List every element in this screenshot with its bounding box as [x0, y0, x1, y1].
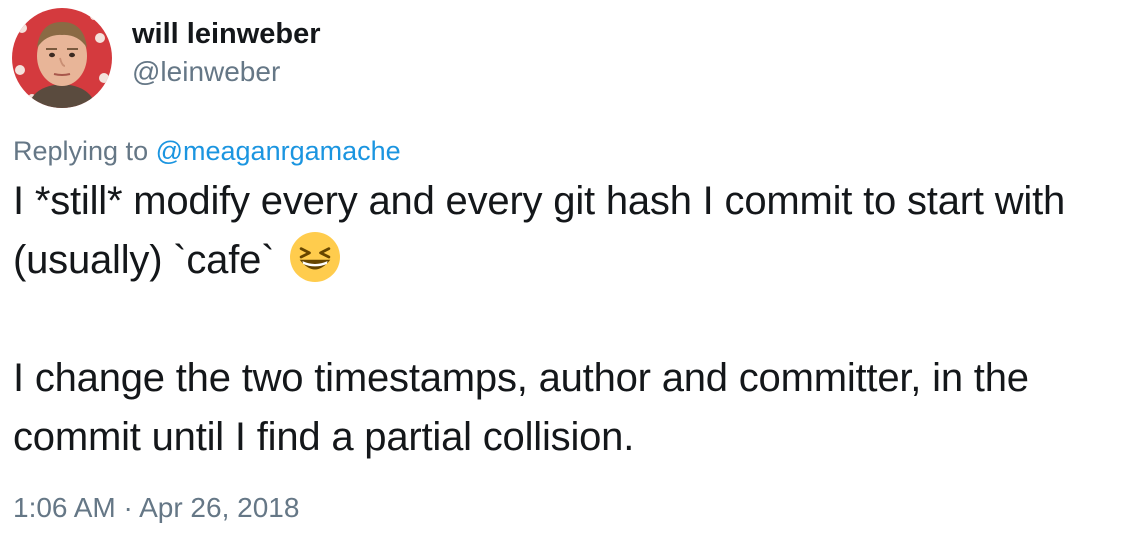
grinning-squinting-face-icon [290, 232, 341, 282]
tweet-paragraph-1: I *still* modify every and every git has… [13, 172, 1138, 290]
author-name[interactable]: will leinweber [132, 18, 321, 51]
reply-context: Replying to @meaganrgamache [13, 136, 401, 167]
tweet-paragraph-2: I change the two timestamps, author and … [13, 356, 1029, 459]
author-handle[interactable]: @leinweber [132, 56, 280, 88]
tweet-text-1: I *still* modify every and every git has… [13, 179, 1066, 282]
tweet-timestamp[interactable]: 1:06 AM · Apr 26, 2018 [13, 492, 299, 524]
tweet-card: will leinweber @leinweber Replying to @m… [0, 0, 1140, 560]
reply-mention-link[interactable]: @meaganrgamache [156, 136, 401, 166]
avatar[interactable] [12, 8, 112, 108]
reply-prefix: Replying to [13, 136, 149, 166]
avatar-image [12, 8, 112, 108]
